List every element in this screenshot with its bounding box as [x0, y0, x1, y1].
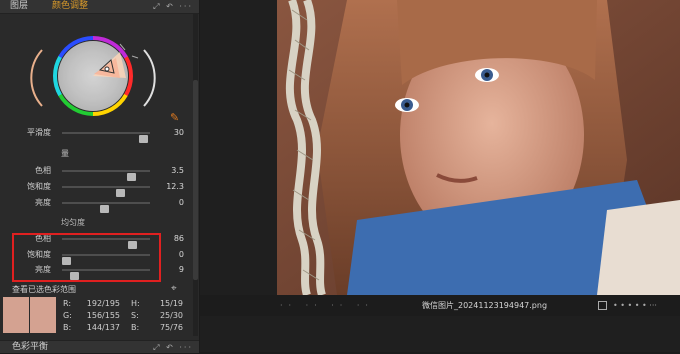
amount-saturation-slider[interactable] [62, 186, 150, 197]
h-value: 15/19 [159, 299, 183, 308]
hsb-values: 15/19 25/30 75/76 [155, 298, 183, 334]
b-value: 144/137 [86, 323, 120, 332]
portrait-photo[interactable] [277, 0, 680, 295]
smoothness-row: 平滑度 30 [0, 126, 193, 143]
color-editor-panel: 图层 颜色调整 ⤢ ↶ ··· ✎ 平滑度 30 量 色相 3.5 饱和度 12… [0, 0, 199, 353]
color-balance-title[interactable]: 色彩平衡 [12, 341, 48, 353]
amount-saturation-label: 饱和度 [27, 182, 51, 191]
amount-hue-row: 色相 3.5 [0, 164, 193, 181]
view-selected-range-button[interactable]: 查看已选色彩范围 [12, 284, 76, 295]
panel-title[interactable]: 图层 [10, 0, 28, 13]
uniformity-hue-value[interactable]: 86 [174, 232, 184, 246]
g-label: G: [63, 311, 72, 320]
color-balance-header[interactable]: 色彩平衡 ⤢ ↶ ··· [0, 340, 199, 353]
portrait-image [277, 0, 680, 295]
amount-saturation-row: 饱和度 12.3 [0, 180, 193, 197]
uniformity-saturation-value[interactable]: 0 [179, 248, 184, 262]
r-value: 192/195 [86, 299, 120, 308]
amount-hue-value[interactable]: 3.5 [171, 164, 184, 178]
b2-value: 75/76 [159, 323, 183, 332]
b-label: B: [63, 323, 72, 332]
amount-brightness-label: 亮度 [35, 198, 51, 207]
eyedropper-tool-icon[interactable]: ⌖ [171, 283, 177, 294]
status-bar: ·· ·· ·· ·· 微信图片_20241123194947.png • • … [200, 295, 680, 316]
hsb-labels: H: S: B: [131, 298, 140, 334]
tab-color-adjust[interactable]: 颜色调整 [52, 0, 88, 13]
h-label: H: [131, 299, 140, 308]
annotation-highlight-box [12, 233, 161, 282]
amount-brightness-slider[interactable] [62, 202, 150, 213]
panel-scrollbar-thumb[interactable] [193, 80, 198, 280]
s-value: 25/30 [159, 311, 183, 320]
amount-brightness-value[interactable]: 0 [179, 196, 184, 210]
status-left-controls[interactable]: ·· ·· ·· ·· [280, 295, 374, 316]
rgb-labels: R: G: B: [63, 298, 72, 334]
rgb-values: 192/195 156/155 144/137 [86, 298, 120, 334]
panel-header: 图层 颜色调整 ⤢ ↶ ··· [0, 0, 199, 14]
amount-brightness-slider-thumb[interactable] [100, 205, 110, 213]
smoothness-value[interactable]: 30 [174, 126, 184, 140]
zoom-dots[interactable]: • • • • • ··· [613, 301, 657, 310]
uniformity-section-title: 均匀度 [61, 218, 85, 227]
status-right-controls[interactable]: • • • • • ··· [598, 295, 657, 316]
s-label: S: [131, 311, 139, 320]
color-balance-header-icons[interactable]: ⤢ ↶ ··· [153, 341, 193, 354]
amount-hue-label: 色相 [35, 166, 51, 175]
color-swatches [3, 297, 56, 333]
amount-brightness-row: 亮度 0 [0, 196, 193, 213]
eyedropper-icon[interactable]: ✎ [170, 111, 179, 124]
g-value: 156/155 [86, 311, 120, 320]
r-label: R: [63, 299, 72, 308]
image-filename: 微信图片_20241123194947.png [422, 301, 548, 310]
b2-label: B: [131, 323, 140, 332]
color-wheel[interactable] [28, 30, 158, 126]
swatch-before [3, 297, 29, 333]
smoothness-label: 平滑度 [27, 128, 51, 137]
amount-hue-slider[interactable] [62, 170, 150, 181]
uniformity-brightness-value[interactable]: 9 [179, 263, 184, 277]
smoothness-slider-thumb[interactable] [138, 135, 148, 143]
amount-saturation-value[interactable]: 12.3 [166, 180, 184, 194]
smoothness-slider[interactable] [62, 132, 150, 143]
panel-header-icons[interactable]: ⤢ ↶ ··· [153, 0, 193, 13]
amount-section-title: 量 [61, 149, 69, 158]
fit-view-icon[interactable] [598, 301, 607, 310]
swatch-after [30, 297, 56, 333]
